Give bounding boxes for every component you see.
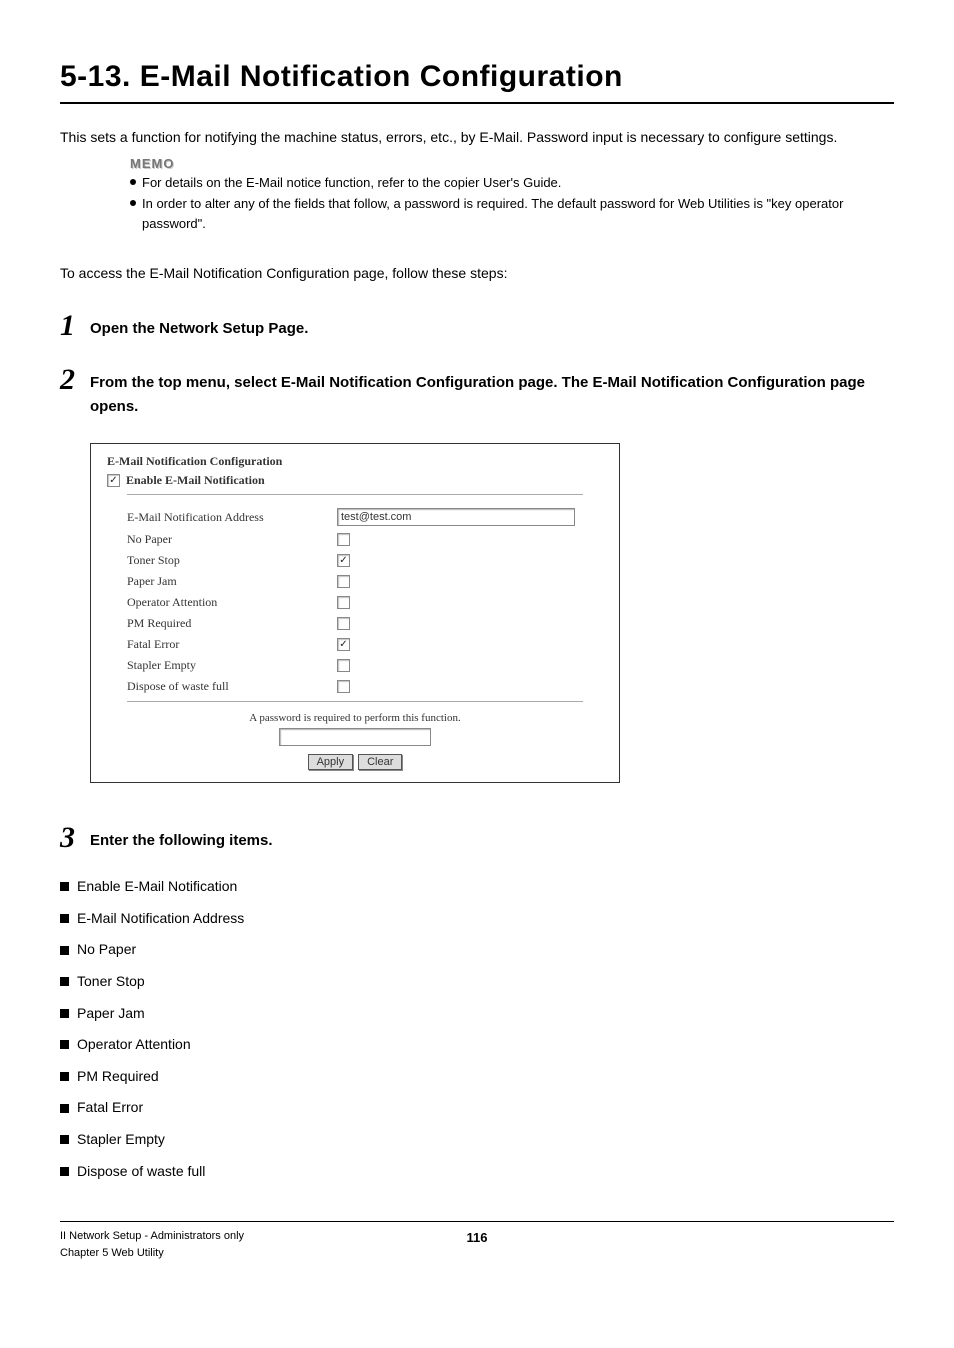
step-3: 3 Enter the following items. bbox=[60, 823, 894, 853]
list-item-text: Toner Stop bbox=[77, 972, 145, 992]
option-checkbox[interactable] bbox=[337, 596, 350, 609]
square-bullet-icon bbox=[60, 1167, 69, 1176]
access-line: To access the E-Mail Notification Config… bbox=[60, 265, 894, 281]
list-item: Paper Jam bbox=[60, 1004, 894, 1024]
enable-label: Enable E-Mail Notification bbox=[126, 473, 265, 488]
apply-button[interactable]: Apply bbox=[308, 754, 354, 770]
square-bullet-icon bbox=[60, 946, 69, 955]
clear-button[interactable]: Clear bbox=[358, 754, 402, 770]
option-checkbox[interactable] bbox=[337, 680, 350, 693]
option-checkbox[interactable]: ✓ bbox=[337, 638, 350, 651]
button-row: Apply Clear bbox=[107, 754, 603, 770]
option-checkbox[interactable] bbox=[337, 617, 350, 630]
address-row: E-Mail Notification Address test@test.co… bbox=[107, 505, 603, 529]
step-number: 1 bbox=[60, 311, 90, 341]
step-2: 2 From the top menu, select E-Mail Notif… bbox=[60, 365, 894, 419]
bullet-icon bbox=[130, 179, 136, 185]
option-checkbox[interactable]: ✓ bbox=[337, 554, 350, 567]
divider bbox=[127, 494, 583, 495]
list-item: Stapler Empty bbox=[60, 1130, 894, 1150]
enable-checkbox[interactable]: ✓ bbox=[107, 474, 120, 487]
list-item: Toner Stop bbox=[60, 972, 894, 992]
square-bullet-icon bbox=[60, 977, 69, 986]
bullet-icon bbox=[130, 200, 136, 206]
option-label: Fatal Error bbox=[127, 637, 337, 652]
step-text: Open the Network Setup Page. bbox=[90, 317, 308, 341]
items-list: Enable E-Mail Notification E-Mail Notifi… bbox=[60, 877, 894, 1181]
option-row: Dispose of waste full bbox=[107, 676, 603, 697]
option-label: Operator Attention bbox=[127, 595, 337, 610]
list-item: Operator Attention bbox=[60, 1035, 894, 1055]
square-bullet-icon bbox=[60, 882, 69, 891]
page-footer: II Network Setup - Administrators only C… bbox=[60, 1228, 894, 1261]
square-bullet-icon bbox=[60, 1104, 69, 1113]
memo-item: For details on the E-Mail notice functio… bbox=[130, 173, 894, 194]
step-text: From the top menu, select E-Mail Notific… bbox=[90, 371, 894, 419]
list-item: Dispose of waste full bbox=[60, 1162, 894, 1182]
list-item: No Paper bbox=[60, 940, 894, 960]
option-label: Dispose of waste full bbox=[127, 679, 337, 694]
memo-text: In order to alter any of the fields that… bbox=[142, 194, 894, 236]
square-bullet-icon bbox=[60, 1009, 69, 1018]
option-row: Stapler Empty bbox=[107, 655, 603, 676]
option-label: Stapler Empty bbox=[127, 658, 337, 673]
option-row: Fatal Error ✓ bbox=[107, 634, 603, 655]
memo-label: MEMO bbox=[130, 156, 894, 171]
list-item: Enable E-Mail Notification bbox=[60, 877, 894, 897]
option-label: Toner Stop bbox=[127, 553, 337, 568]
option-label: Paper Jam bbox=[127, 574, 337, 589]
intro-paragraph: This sets a function for notifying the m… bbox=[60, 126, 894, 150]
square-bullet-icon bbox=[60, 1040, 69, 1049]
list-item: E-Mail Notification Address bbox=[60, 909, 894, 929]
list-item: Fatal Error bbox=[60, 1098, 894, 1118]
square-bullet-icon bbox=[60, 914, 69, 923]
page-number: 116 bbox=[467, 1228, 488, 1248]
option-row: PM Required bbox=[107, 613, 603, 634]
title-rule bbox=[60, 102, 894, 104]
password-message: A password is required to perform this f… bbox=[107, 712, 603, 724]
footer-rule bbox=[60, 1221, 894, 1222]
option-checkbox[interactable] bbox=[337, 659, 350, 672]
option-row: Paper Jam bbox=[107, 571, 603, 592]
option-label: No Paper bbox=[127, 532, 337, 547]
address-label: E-Mail Notification Address bbox=[127, 510, 337, 525]
password-input[interactable] bbox=[279, 728, 431, 746]
square-bullet-icon bbox=[60, 1072, 69, 1081]
option-checkbox[interactable] bbox=[337, 575, 350, 588]
step-text: Enter the following items. bbox=[90, 829, 273, 853]
list-item-text: No Paper bbox=[77, 940, 136, 960]
list-item: PM Required bbox=[60, 1067, 894, 1087]
document-page: 5-13. E-Mail Notification Configuration … bbox=[0, 0, 954, 1291]
step-1: 1 Open the Network Setup Page. bbox=[60, 311, 894, 341]
list-item-text: Enable E-Mail Notification bbox=[77, 877, 237, 897]
memo-block: MEMO For details on the E-Mail notice fu… bbox=[130, 156, 894, 235]
list-item-text: PM Required bbox=[77, 1067, 159, 1087]
divider bbox=[127, 701, 583, 702]
list-item-text: Operator Attention bbox=[77, 1035, 191, 1055]
form-heading: E-Mail Notification Configuration bbox=[107, 454, 603, 469]
list-item-text: Fatal Error bbox=[77, 1098, 143, 1118]
memo-item: In order to alter any of the fields that… bbox=[130, 194, 894, 236]
option-row: Operator Attention bbox=[107, 592, 603, 613]
square-bullet-icon bbox=[60, 1135, 69, 1144]
list-item-text: E-Mail Notification Address bbox=[77, 909, 244, 929]
memo-text: For details on the E-Mail notice functio… bbox=[142, 173, 561, 194]
page-title: 5-13. E-Mail Notification Configuration bbox=[60, 60, 894, 94]
option-label: PM Required bbox=[127, 616, 337, 631]
step-number: 2 bbox=[60, 365, 90, 395]
option-row: Toner Stop ✓ bbox=[107, 550, 603, 571]
option-row: No Paper bbox=[107, 529, 603, 550]
list-item-text: Paper Jam bbox=[77, 1004, 145, 1024]
config-form-screenshot: E-Mail Notification Configuration ✓ Enab… bbox=[90, 443, 620, 783]
enable-row: ✓ Enable E-Mail Notification bbox=[107, 473, 603, 488]
step-number: 3 bbox=[60, 823, 90, 853]
list-item-text: Stapler Empty bbox=[77, 1130, 165, 1150]
address-input[interactable]: test@test.com bbox=[337, 508, 575, 526]
option-checkbox[interactable] bbox=[337, 533, 350, 546]
list-item-text: Dispose of waste full bbox=[77, 1162, 205, 1182]
